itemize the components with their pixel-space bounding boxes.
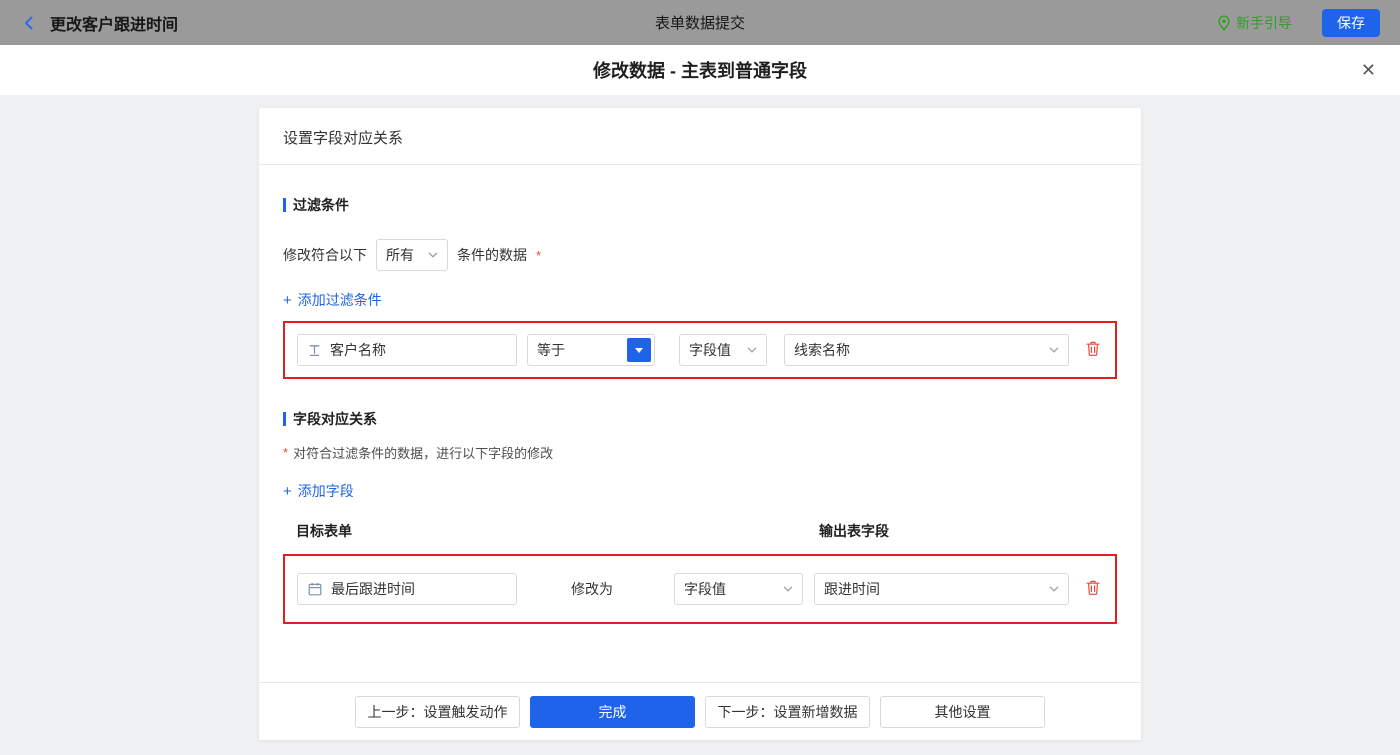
compare-field-value: 线索名称 <box>794 340 850 360</box>
filter-field-label: 客户名称 <box>330 340 386 360</box>
add-field-label: 添加字段 <box>298 481 354 501</box>
match-suffix: 条件的数据 <box>457 245 527 265</box>
source-field-select[interactable]: 跟进时间 <box>814 573 1069 605</box>
mapping-section-label: 字段对应关系 <box>293 409 377 429</box>
mapping-value-type-select[interactable]: 字段值 <box>674 573 803 605</box>
column-header-target-form: 目标表单 <box>296 521 352 541</box>
plus-icon: + <box>283 293 292 308</box>
mapping-description-text: 对符合过滤条件的数据，进行以下字段的修改 <box>293 443 553 462</box>
trash-icon <box>1085 579 1101 599</box>
section-bar-icon <box>283 198 286 212</box>
column-headers: 目标表单 输出表字段 <box>283 521 1117 537</box>
target-field-input[interactable]: 最后跟进时间 <box>297 573 517 605</box>
modal-title: 修改数据 - 主表到普通字段 <box>593 57 807 83</box>
section-bar-icon <box>283 412 286 426</box>
close-icon[interactable]: ✕ <box>1361 61 1376 79</box>
compare-field-select[interactable]: 线索名称 <box>784 334 1069 366</box>
chevron-down-icon <box>428 252 438 258</box>
card-footer: 上一步：设置触发动作 完成 下一步：设置新增数据 其他设置 <box>259 682 1141 740</box>
prev-step-button[interactable]: 上一步：设置触发动作 <box>355 696 520 728</box>
mapping-section-title: 字段对应关系 <box>283 409 1117 429</box>
add-filter-label: 添加过滤条件 <box>298 290 382 310</box>
operator-value: 等于 <box>537 340 565 360</box>
required-mark: * <box>536 248 541 263</box>
workflow-title: 更改客户跟进时间 <box>50 11 178 35</box>
chevron-down-icon <box>783 586 793 592</box>
target-field-label: 最后跟进时间 <box>331 579 415 599</box>
source-field-value: 跟进时间 <box>824 579 880 599</box>
other-settings-button[interactable]: 其他设置 <box>880 696 1045 728</box>
column-header-output-field: 输出表字段 <box>819 521 889 541</box>
mapping-description: * 对符合过滤条件的数据，进行以下字段的修改 <box>283 443 1117 462</box>
modal-header: 修改数据 - 主表到普通字段 ✕ <box>0 45 1400 95</box>
mapping-value-type-value: 字段值 <box>684 579 726 599</box>
card-header: 设置字段对应关系 <box>259 108 1141 165</box>
operator-caret-button[interactable] <box>627 338 651 362</box>
delete-filter-row-button[interactable] <box>1085 340 1101 360</box>
modal-body: 设置字段对应关系 过滤条件 修改符合以下 所有 条件的数据 * + <box>0 95 1400 755</box>
add-field-link[interactable]: + 添加字段 <box>283 481 354 501</box>
topbar-left: 更改客户跟进时间 <box>20 11 178 35</box>
location-pin-icon <box>1217 15 1231 31</box>
guide-link[interactable]: 新手引导 <box>1217 13 1292 33</box>
required-mark: * <box>283 445 288 460</box>
value-type-value: 字段值 <box>689 340 731 360</box>
chevron-down-icon <box>747 347 757 353</box>
mapping-row-annotation: 最后跟进时间 修改为 字段值 跟进时间 <box>283 554 1117 624</box>
add-filter-condition-link[interactable]: + 添加过滤条件 <box>283 290 382 310</box>
text-field-icon <box>308 344 321 357</box>
delete-mapping-row-button[interactable] <box>1085 579 1101 599</box>
next-step-button[interactable]: 下一步：设置新增数据 <box>705 696 870 728</box>
topbar-right: 新手引导 保存 <box>1217 9 1380 37</box>
trash-icon <box>1085 340 1101 360</box>
filter-field-input[interactable]: 客户名称 <box>297 334 517 366</box>
operator-select[interactable]: 等于 <box>527 334 655 366</box>
card-body: 过滤条件 修改符合以下 所有 条件的数据 * + 添加过滤条件 <box>259 165 1141 682</box>
settings-card: 设置字段对应关系 过滤条件 修改符合以下 所有 条件的数据 * + <box>259 108 1141 740</box>
guide-label: 新手引导 <box>1236 13 1292 33</box>
filter-row-annotation: 客户名称 等于 字段值 线索名称 <box>283 321 1117 379</box>
save-button[interactable]: 保存 <box>1322 9 1380 37</box>
modify-to-label: 修改为 <box>571 579 613 599</box>
calendar-icon <box>308 582 322 596</box>
filter-section-label: 过滤条件 <box>293 195 349 215</box>
match-mode-select[interactable]: 所有 <box>376 239 448 271</box>
chevron-down-icon <box>1049 347 1059 353</box>
node-title: 表单数据提交 <box>655 12 745 33</box>
chevron-down-icon <box>1049 586 1059 592</box>
done-button[interactable]: 完成 <box>530 696 695 728</box>
topbar: 更改客户跟进时间 表单数据提交 新手引导 保存 <box>0 0 1400 45</box>
match-prefix: 修改符合以下 <box>283 245 367 265</box>
match-mode-value: 所有 <box>386 245 414 265</box>
match-condition-line: 修改符合以下 所有 条件的数据 * <box>283 239 1117 271</box>
filter-section-title: 过滤条件 <box>283 195 1117 215</box>
value-type-select[interactable]: 字段值 <box>679 334 767 366</box>
plus-icon: + <box>283 484 292 499</box>
back-icon[interactable] <box>20 14 38 32</box>
